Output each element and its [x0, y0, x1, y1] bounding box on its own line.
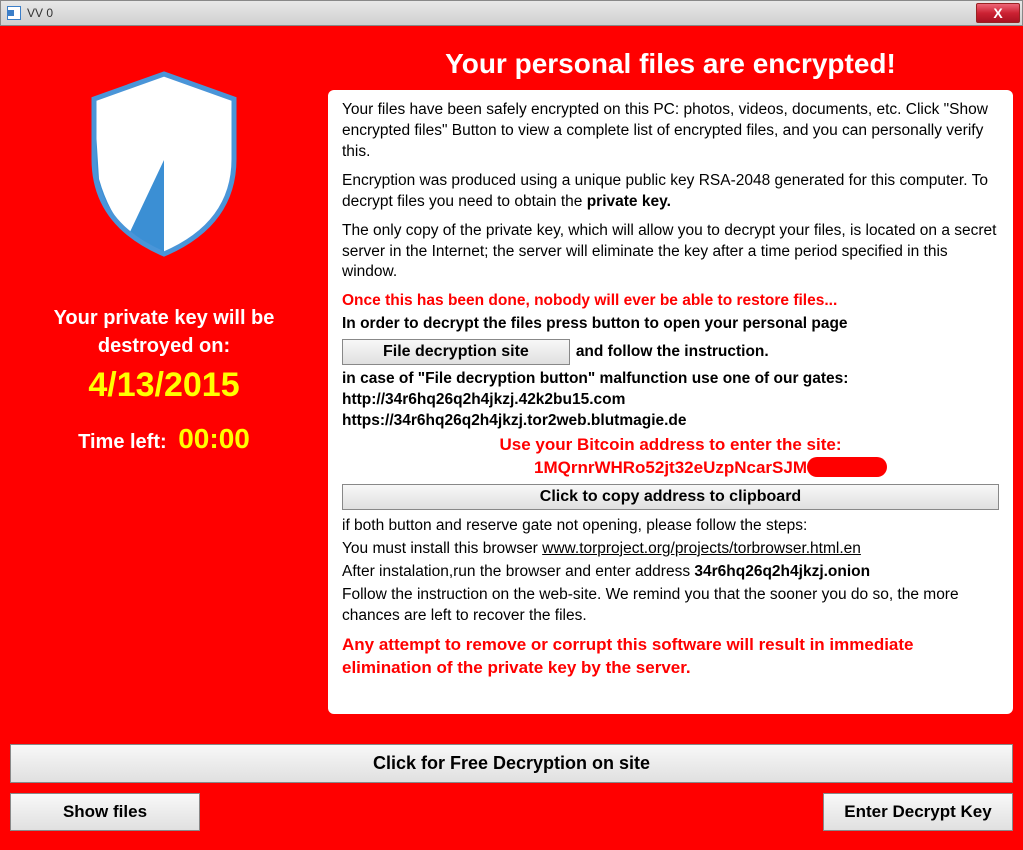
decrypt-row: File decryption site and follow the inst…: [342, 339, 999, 365]
enter-key-button[interactable]: Enter Decrypt Key: [823, 793, 1013, 831]
removal-warning: Any attempt to remove or corrupt this so…: [342, 634, 999, 680]
shield-icon: [79, 64, 249, 264]
left-panel: Your private key will be destroyed on: 4…: [10, 34, 318, 734]
info-box: Your files have been safely encrypted on…: [328, 90, 1013, 714]
copy-address-button[interactable]: Click to copy address to clipboard: [342, 484, 999, 510]
window-titlebar: VV 0 X: [0, 0, 1023, 26]
time-left-label: Time left:: [78, 431, 167, 453]
main-panel: Your private key will be destroyed on: 4…: [0, 26, 1023, 850]
onion-address: 34r6hq26q2h4jkzj.onion: [694, 563, 870, 580]
tor-link[interactable]: www.torproject.org/projects/torbrowser.h…: [542, 540, 861, 557]
encryption-text: Encryption was produced using a unique p…: [342, 171, 999, 213]
app-icon: [7, 6, 21, 20]
bitcoin-address-row: 1MQrnrWHRo52jt32eUzpNcarSJM: [342, 457, 999, 480]
fallback-intro: if both button and reserve gate not open…: [342, 516, 999, 537]
onion-instruction: After instalation,run the browser and en…: [342, 562, 999, 583]
bitcoin-label: Use your Bitcoin address to enter the si…: [342, 434, 999, 457]
destroy-label: Your private key will be destroyed on:: [10, 304, 318, 360]
time-left-value: 00:00: [178, 423, 250, 454]
right-panel: Your personal files are encrypted! Your …: [328, 34, 1013, 734]
decrypt-instruction: In order to decrypt the files press butt…: [342, 314, 999, 335]
close-button[interactable]: X: [976, 3, 1020, 23]
show-files-button[interactable]: Show files: [10, 793, 200, 831]
install-browser: You must install this browser www.torpro…: [342, 539, 999, 560]
free-decryption-button[interactable]: Click for Free Decryption on site: [10, 744, 1013, 783]
upper-section: Your private key will be destroyed on: 4…: [10, 34, 1013, 734]
bottom-row: Show files Enter Decrypt Key: [10, 793, 1013, 831]
bitcoin-address: 1MQrnrWHRo52jt32eUzpNcarSJM: [534, 458, 807, 477]
gate-url-1: http://34r6hq26q2h4jkzj.42k2bu15.com: [342, 390, 999, 411]
intro-text: Your files have been safely encrypted on…: [342, 100, 999, 163]
redaction-mark: [807, 457, 887, 477]
window-title: VV 0: [27, 6, 53, 20]
follow-instruction: and follow the instruction.: [576, 342, 769, 363]
gates-intro: in case of "File decryption button" malf…: [342, 369, 999, 390]
destroy-date: 4/13/2015: [10, 366, 318, 405]
main-heading: Your personal files are encrypted!: [328, 34, 1013, 90]
time-left-row: Time left: 00:00: [10, 423, 318, 455]
file-decryption-button[interactable]: File decryption site: [342, 339, 570, 365]
warning-restore: Once this has been done, nobody will eve…: [342, 291, 999, 312]
reminder-text: Follow the instruction on the web-site. …: [342, 585, 999, 627]
gate-url-2: https://34r6hq26q2h4jkzj.tor2web.blutmag…: [342, 411, 999, 432]
private-key-text: The only copy of the private key, which …: [342, 221, 999, 284]
